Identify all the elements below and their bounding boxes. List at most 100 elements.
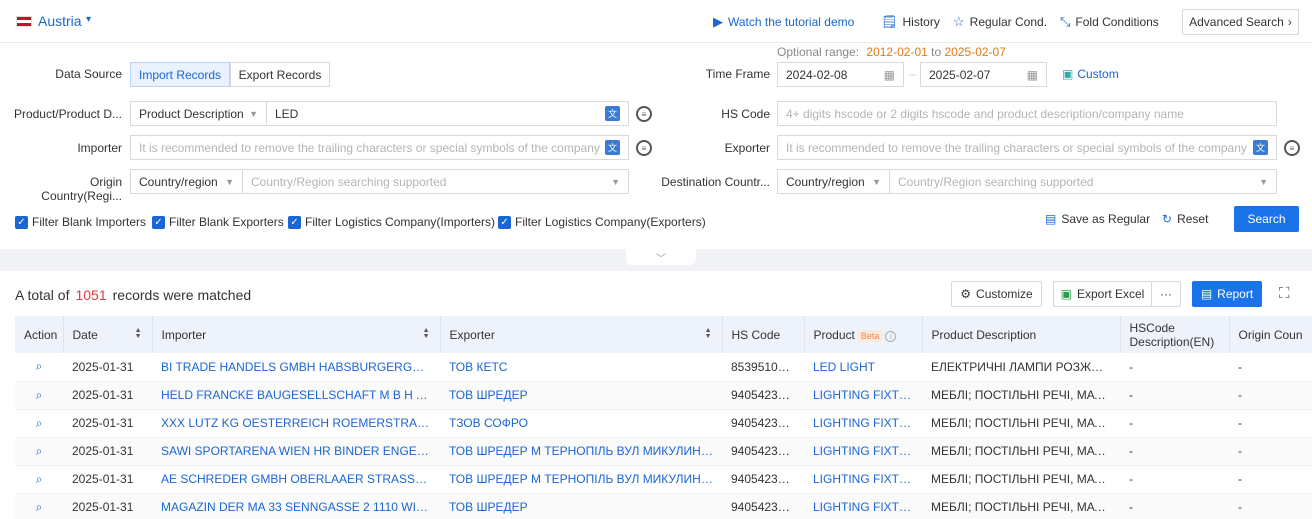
cell-exporter[interactable]: ТЗОВ СОФРО <box>440 409 722 438</box>
destination-label: Destination Countr... <box>661 175 770 189</box>
exporter-placeholder: It is recommended to remove the trailing… <box>786 140 1247 155</box>
cell-product[interactable]: LIGHTING FIXTURE <box>804 465 922 494</box>
settings-circle-icon[interactable]: ≡ <box>636 106 652 122</box>
search-button[interactable]: Search <box>1234 206 1299 232</box>
chevron-down-icon: ▼ <box>1259 176 1268 187</box>
customize-button[interactable]: ⚙ Customize <box>951 281 1042 307</box>
destination-type-select[interactable]: Country/region ▼ <box>777 169 890 194</box>
cell-importer[interactable]: MAGAZIN DER MA 33 SENNGASSE 2 1110 WIEN … <box>152 493 440 519</box>
cell-product[interactable]: LIGHTING FIXTURE <box>804 409 922 438</box>
settings-circle-icon[interactable]: ≡ <box>636 140 652 156</box>
info-icon[interactable]: i <box>885 330 897 342</box>
cell-exporter[interactable]: ТОВ ШРЕДЕР М ТЕРНОПІЛЬ ВУЛ МИКУЛИНЕЦЬ... <box>440 437 722 466</box>
col-action: Action <box>15 316 64 353</box>
report-button[interactable]: ▤ Report <box>1192 281 1262 307</box>
cell-exporter[interactable]: ТОВ ШРЕДЕР <box>440 381 722 410</box>
cell-product[interactable]: LIGHTING FIXTURE <box>804 493 922 519</box>
view-detail-icon[interactable]: ⌕ <box>15 493 63 519</box>
export-excel-button[interactable]: ▣ Export Excel <box>1053 281 1152 307</box>
importer-placeholder: It is recommended to remove the trailing… <box>139 140 600 155</box>
advanced-search-button[interactable]: Advanced Search › <box>1182 9 1299 35</box>
filter-blank-exporters-checkbox[interactable]: ✓ Filter Blank Exporters <box>152 215 284 229</box>
cell-importer[interactable]: SAWI SPORTARENA WIEN HR BINDER ENGERTHST… <box>152 437 440 466</box>
cell-date: 2025-01-31 <box>63 437 152 466</box>
settings-circle-icon[interactable]: ≡ <box>1284 140 1300 156</box>
date-to-field[interactable]: 2025-02-07 ▦ <box>920 62 1047 87</box>
chevron-down-icon[interactable]: ▾ <box>86 14 91 25</box>
col-importer[interactable]: Importer ▲ ▼ <box>152 316 441 353</box>
product-input[interactable]: LED 文 <box>266 101 629 126</box>
cell-hs-code: 9405423900 <box>722 409 804 438</box>
origin-placeholder: Country/Region searching supported <box>251 174 447 189</box>
cell-origin: - <box>1229 409 1312 438</box>
origin-type-select[interactable]: Country/region ▼ <box>130 169 243 194</box>
report-icon: ▤ <box>1200 287 1213 301</box>
range-end: 2025-02-07 <box>944 45 1006 59</box>
view-detail-icon[interactable]: ⌕ <box>15 437 63 466</box>
calendar-icon: ▦ <box>883 67 895 82</box>
filter-logistics-importers-checkbox[interactable]: ✓ Filter Logistics Company(Importers) <box>288 215 495 229</box>
cell-exporter[interactable]: ТОВ ШРЕДЕР <box>440 493 722 519</box>
cell-hscode-description: - <box>1120 381 1229 410</box>
cell-importer[interactable]: AE SCHREDER GMBH OBERLAAER STRASSE 253 1… <box>152 465 440 494</box>
view-detail-icon[interactable]: ⌕ <box>15 381 63 410</box>
sort-icon[interactable]: ▲ ▼ <box>705 327 712 340</box>
fold-conditions-button[interactable]: ⤡ Fold Conditions <box>1060 14 1159 30</box>
origin-country-select[interactable]: Country/Region searching supported ▼ <box>242 169 629 194</box>
cell-date: 2025-01-31 <box>63 353 152 382</box>
cell-product-description: МЕБЛІ; ПОСТІЛЬНІ РЕЧІ, МАТРА... <box>922 465 1120 494</box>
col-exporter[interactable]: Exporter ▲ ▼ <box>440 316 723 353</box>
destination-country-select[interactable]: Country/Region searching supported ▼ <box>889 169 1277 194</box>
chevron-down-icon: ﹀ <box>656 253 666 265</box>
table-row: ⌕ 2025-01-31 XXX LUTZ KG OESTERREICH ROEME… <box>15 409 1312 438</box>
date-from-field[interactable]: 2024-02-08 ▦ <box>777 62 904 87</box>
total-count: 1051 <box>75 287 107 303</box>
custom-range-button[interactable]: ▣ Custom <box>1062 67 1119 81</box>
sort-icon[interactable]: ▲ ▼ <box>423 327 430 340</box>
view-detail-icon[interactable]: ⌕ <box>15 465 63 494</box>
cell-origin: - <box>1229 437 1312 466</box>
cell-product[interactable]: LIGHTING FIXTURE <box>804 381 922 410</box>
product-type-select[interactable]: Product Description ▼ <box>130 101 267 126</box>
save-as-regular-button[interactable]: ▤ Save as Regular <box>1045 212 1150 226</box>
cell-origin: - <box>1229 381 1312 410</box>
history-label: History <box>902 15 940 29</box>
star-icon: ☆ <box>953 14 965 29</box>
cell-importer[interactable]: BI TRADE HANDELS GMBH HABSBURGERGASSE 6 … <box>152 353 440 382</box>
collapse-toggle[interactable]: ﹀ <box>626 249 696 265</box>
regular-cond-button[interactable]: ☆ Regular Cond. <box>953 14 1047 30</box>
col-product-label: Product <box>813 327 855 342</box>
cell-product[interactable]: LED LIGHT <box>804 353 922 382</box>
calendar-icon: ▦ <box>1026 67 1038 82</box>
view-detail-icon[interactable]: ⌕ <box>15 409 63 438</box>
view-detail-icon[interactable]: ⌕ <box>15 353 63 382</box>
translate-icon[interactable]: 文 <box>1253 140 1268 155</box>
cell-importer[interactable]: XXX LUTZ KG OESTERREICH ROEMERSTRASSE 39… <box>152 409 440 438</box>
export-records-tab[interactable]: Export Records <box>230 62 330 87</box>
tutorial-link[interactable]: ▶ Watch the tutorial demo <box>713 14 854 30</box>
translate-icon[interactable]: 文 <box>605 106 620 121</box>
cell-product[interactable]: LIGHTING FIXTURE <box>804 437 922 466</box>
fullscreen-icon[interactable]: ⛶ <box>1279 285 1290 302</box>
history-button[interactable]: 🗒 History <box>881 14 940 30</box>
reset-button[interactable]: ↻ Reset <box>1162 212 1208 226</box>
exporter-label: Exporter <box>724 141 770 155</box>
importer-input[interactable]: It is recommended to remove the trailing… <box>130 135 629 160</box>
table-row: ⌕ 2025-01-31 HELD FRANCKE BAUGESELLSCHAFT … <box>15 381 1312 410</box>
translate-icon[interactable]: 文 <box>605 140 620 155</box>
sort-icon[interactable]: ▲ ▼ <box>135 327 142 340</box>
date-separator: – <box>909 67 916 81</box>
import-records-tab[interactable]: Import Records <box>130 62 230 87</box>
exporter-input[interactable]: It is recommended to remove the trailing… <box>777 135 1277 160</box>
col-date[interactable]: Date ▲ ▼ <box>63 316 153 353</box>
hs-code-input[interactable]: 4+ digits hscode or 2 digits hscode and … <box>777 101 1277 126</box>
cell-date: 2025-01-31 <box>63 409 152 438</box>
filter-logistics-exporters-checkbox[interactable]: ✓ Filter Logistics Company(Exporters) <box>498 215 706 229</box>
more-button[interactable]: ··· <box>1151 281 1181 307</box>
filter-blank-importers-checkbox[interactable]: ✓ Filter Blank Importers <box>15 215 146 229</box>
importer-label: Importer <box>77 141 122 155</box>
cell-importer[interactable]: HELD FRANCKE BAUGESELLSCHAFT M B H AUTOK… <box>152 381 440 410</box>
cell-exporter[interactable]: ТОВ КЕТС <box>440 353 722 382</box>
cell-exporter[interactable]: ТОВ ШРЕДЕР М ТЕРНОПІЛЬ ВУЛ МИКУЛИНЕЦЬ... <box>440 465 722 494</box>
country-selector[interactable]: Austria <box>38 13 82 29</box>
